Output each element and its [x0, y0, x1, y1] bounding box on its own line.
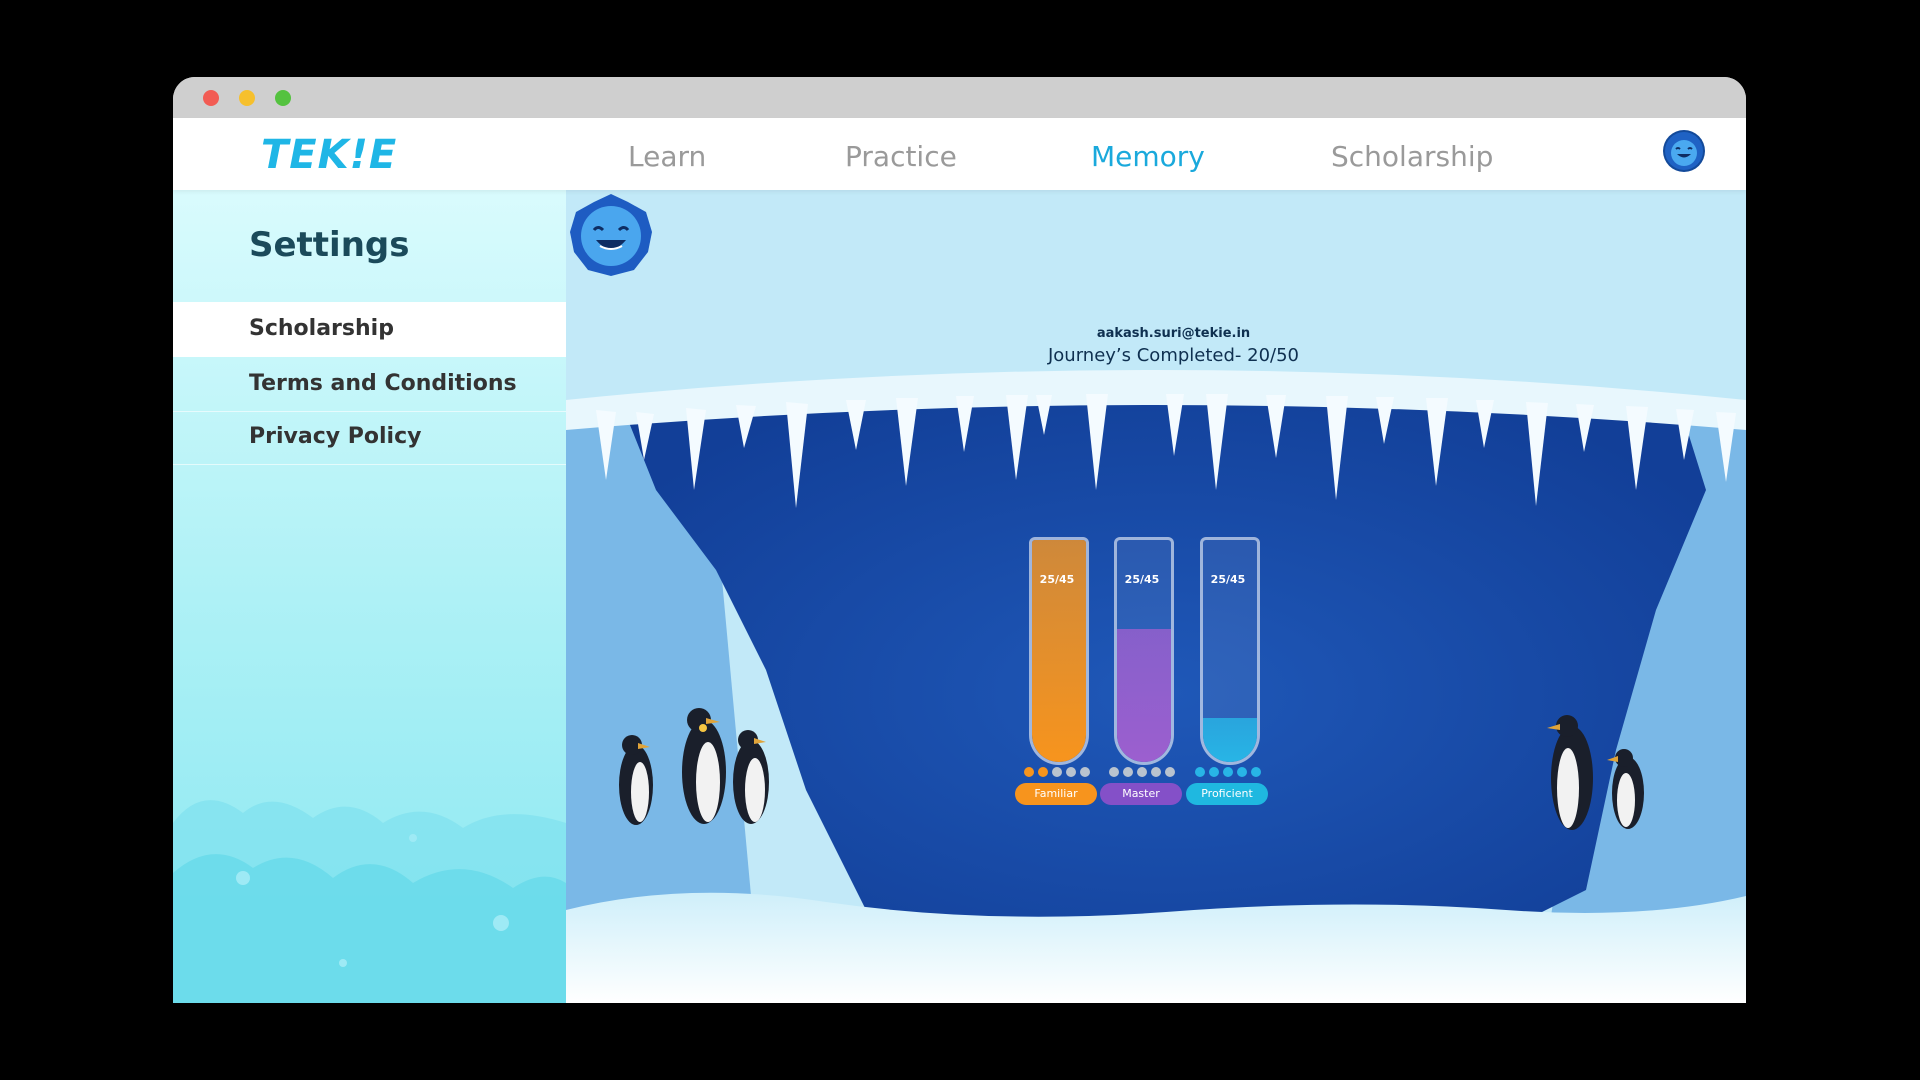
browser-window: TEK!E Learn Practice Memory Scholarship … — [173, 77, 1746, 1003]
memory-mascot-icon — [570, 194, 652, 276]
level-dots — [1178, 767, 1278, 777]
tube-fill — [1203, 717, 1257, 762]
level-dot — [1151, 767, 1161, 777]
level-dot — [1123, 767, 1133, 777]
sidebar-item-terms[interactable]: Terms and Conditions — [173, 357, 566, 412]
tube-value-label: 25/45 — [1124, 573, 1160, 586]
level-badge-familiar: Familiar — [1015, 783, 1097, 805]
cloud-bubbles-decoration — [173, 800, 566, 1003]
level-dot — [1137, 767, 1147, 777]
tube-glass — [1029, 537, 1089, 765]
blue-blob-avatar-icon — [1665, 132, 1703, 170]
level-dot — [1038, 767, 1048, 777]
memory-ice-cave-scene: aakash.suri@tekie.in Journey’s Completed… — [566, 190, 1746, 1003]
level-dot — [1066, 767, 1076, 777]
top-navbar: TEK!E Learn Practice Memory Scholarship — [173, 118, 1746, 190]
level-dots — [1092, 767, 1192, 777]
nav-tab-learn[interactable]: Learn — [628, 140, 706, 173]
memory-tube-proficient[interactable]: 25/45 Proficient — [1178, 537, 1278, 805]
tube-fill — [1117, 628, 1171, 762]
tube-value-label: 25/45 — [1210, 573, 1246, 586]
sidebar-item-scholarship[interactable]: Scholarship — [173, 302, 566, 357]
level-dot — [1237, 767, 1247, 777]
sidebar-item-label: Privacy Policy — [249, 424, 422, 449]
window-titlebar — [173, 77, 1746, 118]
minimize-window-button[interactable] — [239, 90, 255, 106]
user-email: aakash.suri@tekie.in — [1096, 326, 1251, 341]
nav-tab-memory[interactable]: Memory — [1091, 140, 1205, 173]
user-avatar[interactable] — [1663, 130, 1705, 172]
level-dot — [1223, 767, 1233, 777]
tube-glass — [1114, 537, 1174, 765]
settings-title: Settings — [249, 225, 410, 265]
nav-tab-scholarship[interactable]: Scholarship — [1331, 140, 1493, 173]
maximize-window-button[interactable] — [275, 90, 291, 106]
sidebar-item-label: Scholarship — [249, 316, 394, 341]
level-dot — [1080, 767, 1090, 777]
memory-tube-master[interactable]: 25/45 Master — [1092, 537, 1192, 805]
level-dot — [1052, 767, 1062, 777]
journeys-completed: Journey’s Completed- 20/50 — [1047, 345, 1300, 366]
level-dot — [1109, 767, 1119, 777]
close-window-button[interactable] — [203, 90, 219, 106]
sidebar-item-privacy[interactable]: Privacy Policy — [173, 410, 566, 465]
settings-sidebar: Settings Scholarship Terms and Condition… — [173, 190, 566, 1003]
level-badge-proficient: Proficient — [1186, 783, 1268, 805]
level-dot — [1195, 767, 1205, 777]
sidebar-item-label: Terms and Conditions — [249, 371, 517, 396]
level-dot — [1209, 767, 1219, 777]
level-dot — [1251, 767, 1261, 777]
tekie-logo[interactable]: TEK!E — [261, 132, 397, 178]
level-dot — [1024, 767, 1034, 777]
tube-glass — [1200, 537, 1260, 765]
level-dot — [1165, 767, 1175, 777]
level-badge-master: Master — [1100, 783, 1182, 805]
nav-tab-practice[interactable]: Practice — [845, 140, 957, 173]
